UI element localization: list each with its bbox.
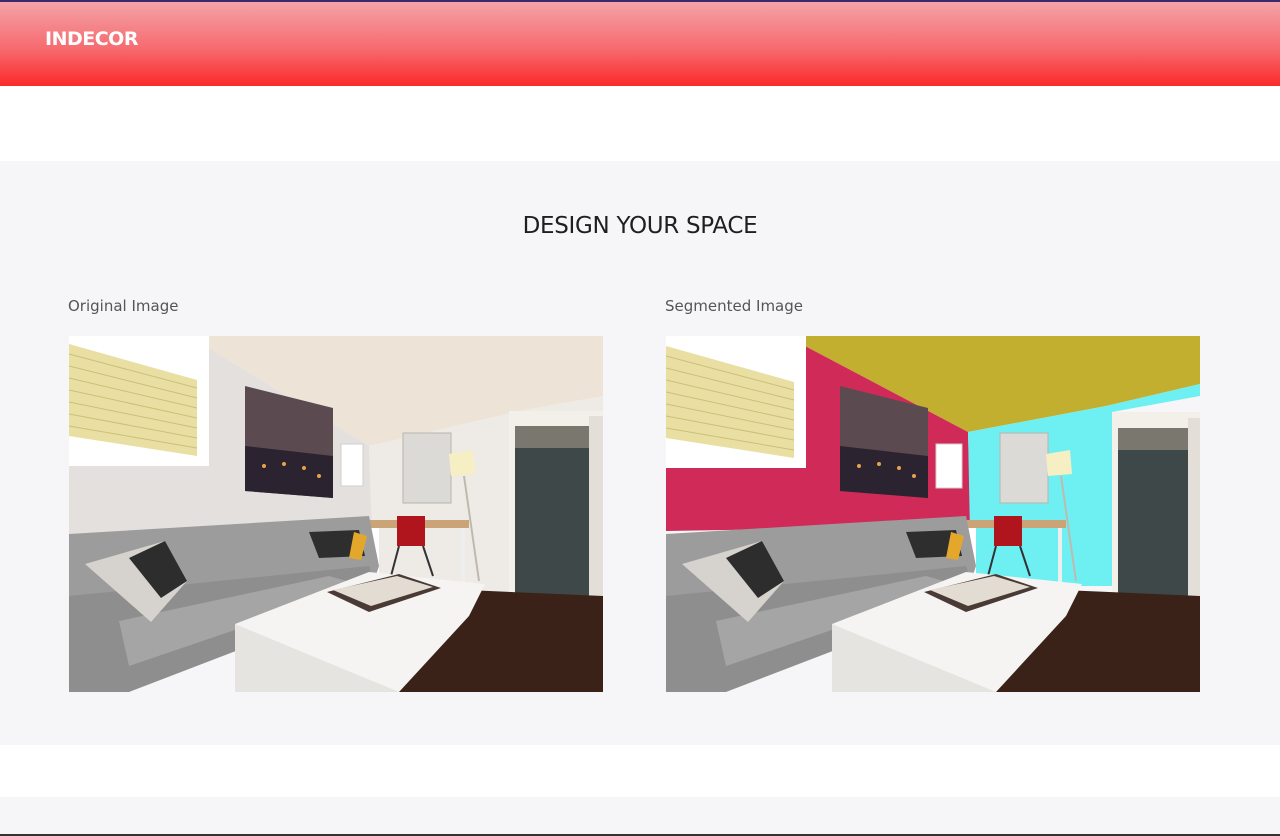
brand-logo[interactable]: INDECOR bbox=[45, 28, 138, 50]
original-image-label: Original Image bbox=[68, 297, 179, 315]
segmented-image-label: Segmented Image bbox=[665, 297, 803, 315]
room-photo-segmented bbox=[666, 336, 1200, 692]
top-navbar: INDECOR bbox=[0, 0, 1280, 86]
segmented-image bbox=[666, 336, 1200, 692]
spacer-band bbox=[0, 86, 1280, 161]
original-image bbox=[69, 336, 603, 692]
page-title: DESIGN YOUR SPACE bbox=[522, 213, 758, 239]
footer-strip bbox=[0, 797, 1280, 836]
spacer-band-bottom bbox=[0, 745, 1280, 797]
room-photo-original bbox=[69, 336, 603, 692]
design-section: DESIGN YOUR SPACE Original Image Segment… bbox=[0, 161, 1280, 745]
